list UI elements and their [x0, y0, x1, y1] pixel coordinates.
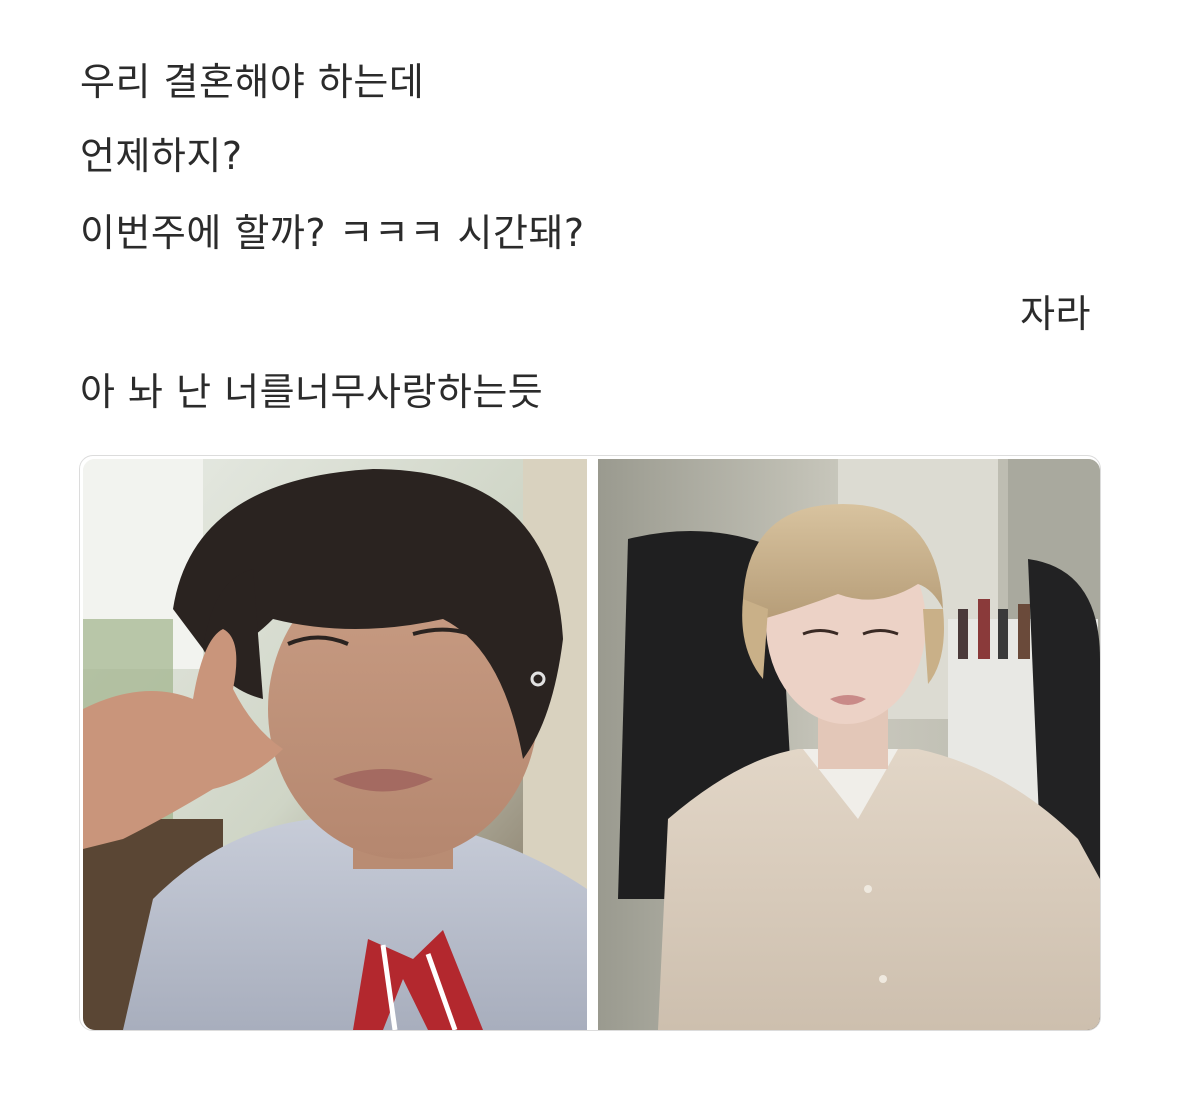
message-line-2: 언제하지? — [80, 134, 243, 178]
message-line-1: 우리 결혼해야 하는데 — [80, 60, 425, 104]
message-line-5: 아 놔 난 너를너무사랑하는듯 — [80, 370, 544, 414]
right-photo-image — [598, 459, 1100, 1030]
message-line-4-right: 자라 — [1020, 292, 1091, 336]
photo-grid[interactable] — [79, 455, 1101, 1031]
message-line-3: 이번주에 할까? ㅋㅋㅋ 시간돼? — [80, 211, 585, 255]
left-photo[interactable] — [83, 459, 587, 1030]
right-photo[interactable] — [598, 459, 1100, 1030]
left-photo-image — [83, 459, 587, 1030]
